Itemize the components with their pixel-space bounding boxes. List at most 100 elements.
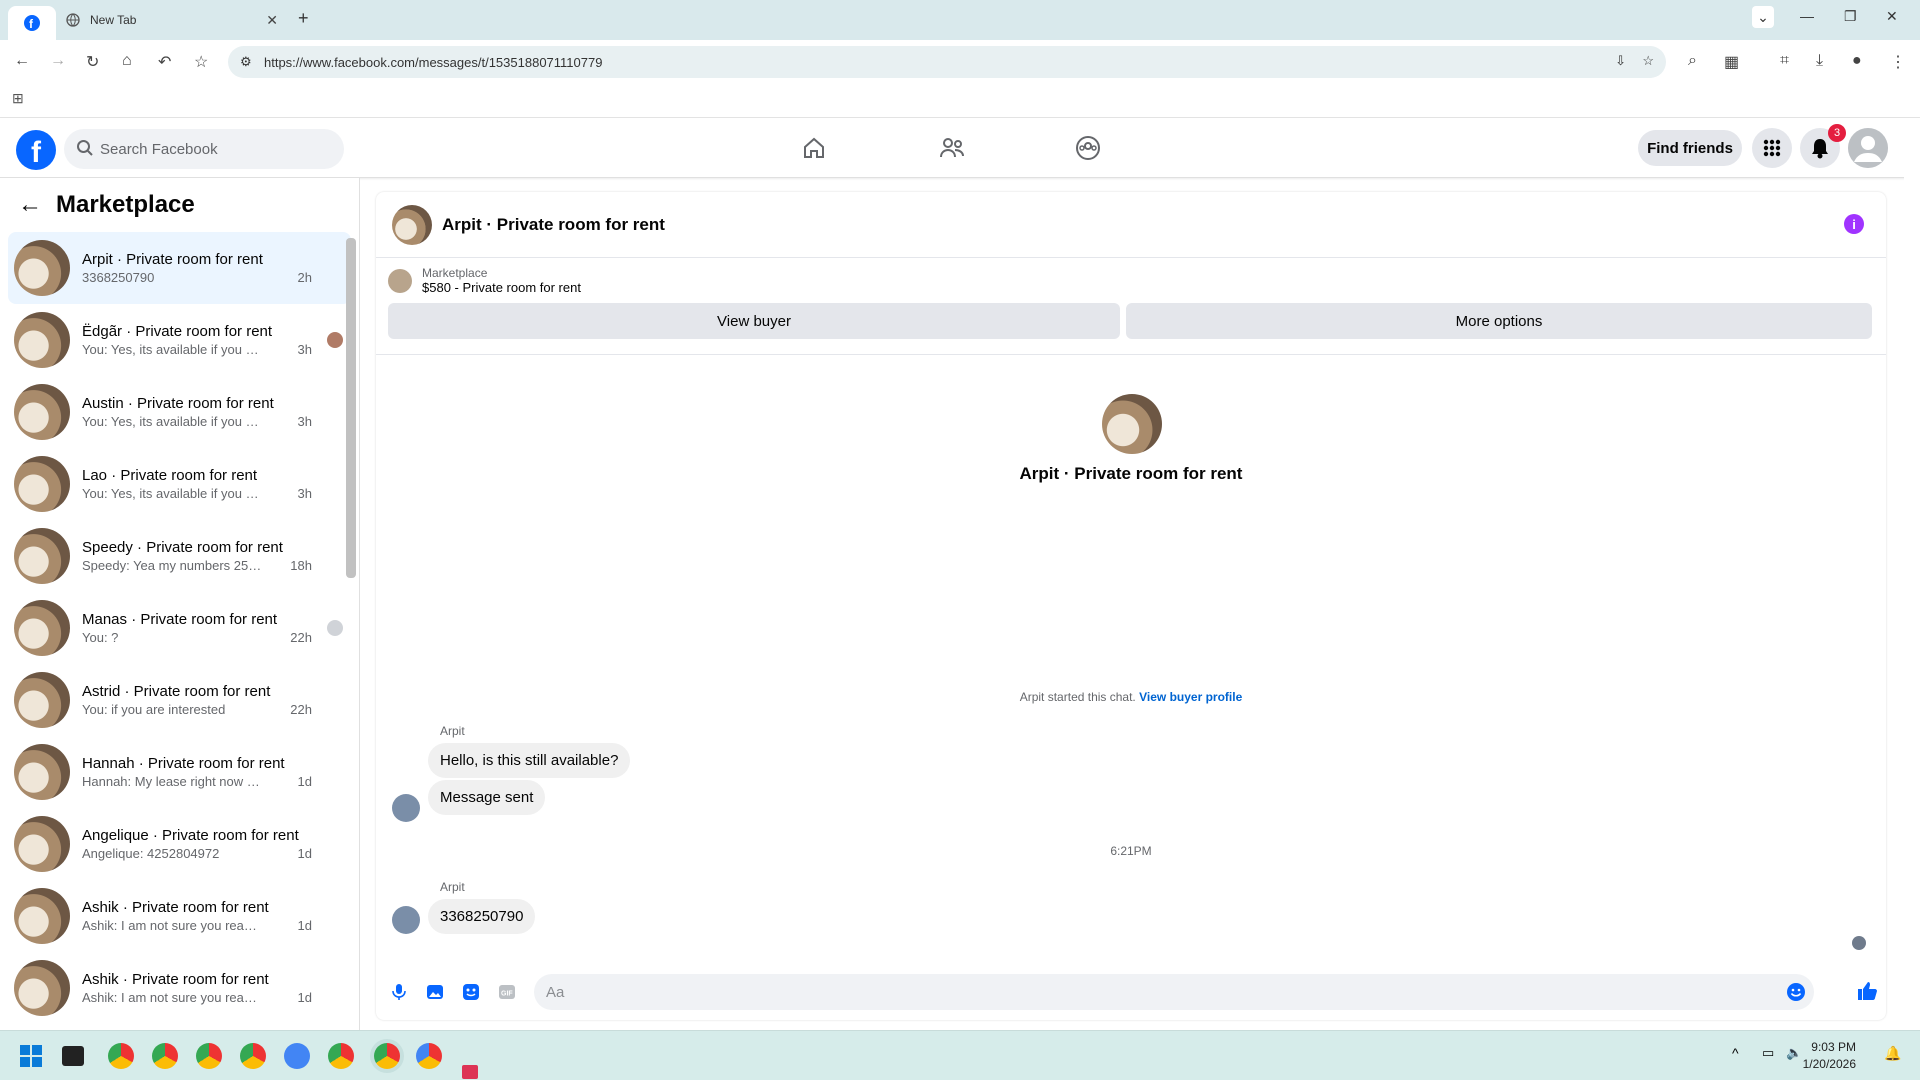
menu-icon[interactable]: ⋮	[1890, 52, 1906, 72]
sticker-icon[interactable]	[462, 983, 480, 1001]
notification-bell-icon[interactable]: 🔔	[1884, 1045, 1901, 1062]
profile-icon[interactable]: ●	[1852, 52, 1862, 70]
groups-nav-icon[interactable]	[1072, 132, 1104, 164]
apps-grid-icon[interactable]: ⊞	[12, 90, 24, 107]
conversation-preview: You: ?	[82, 630, 119, 645]
message-bubble[interactable]: Message sent	[428, 780, 546, 815]
zoom-icon[interactable]: ⌕	[1688, 52, 1697, 70]
bookmark-star-icon[interactable]: ☆	[194, 52, 208, 72]
chrome-profile-icon[interactable]	[196, 1043, 222, 1069]
app-icon[interactable]	[462, 1065, 478, 1079]
chrome-active-icon[interactable]	[374, 1043, 400, 1069]
reload-icon[interactable]: ↻	[86, 52, 99, 72]
volume-muted-icon[interactable]: 🔈	[1786, 1045, 1802, 1061]
home-nav-icon[interactable]	[798, 132, 830, 164]
conversation-name: Manas · Private room for rent	[82, 611, 278, 628]
friends-nav-icon[interactable]	[936, 132, 968, 164]
conversation-item[interactable]: Ashik · Private room for rent Ashik: I am…	[8, 952, 351, 1024]
install-app-icon[interactable]: ⇩	[1615, 53, 1626, 69]
photo-icon[interactable]	[426, 983, 444, 1001]
crop-icon[interactable]: ⌗	[1780, 52, 1789, 70]
conversation-item[interactable]: Speedy · Private room for rent Speedy: Ye…	[8, 520, 351, 592]
minimize-button[interactable]: —	[1800, 8, 1814, 24]
site-info-icon[interactable]: ⚙	[240, 54, 252, 70]
chrome-profile-icon[interactable]	[328, 1043, 354, 1069]
conversation-item[interactable]: Ëdgãr · Private room for rent You: Yes, i…	[8, 304, 351, 376]
listing-summary: Marketplace $580 - Private room for rent…	[376, 258, 1886, 339]
conversation-item[interactable]: Lao · Private room for rent You: Yes, its…	[8, 448, 351, 520]
listing-thumbnail[interactable]	[388, 268, 412, 293]
conversation-preview: 3368250790	[82, 270, 155, 285]
search-input[interactable]: Search Facebook	[64, 129, 344, 169]
tab-facebook[interactable]: f	[8, 6, 56, 40]
address-bar[interactable]: ⚙ https://www.facebook.com/messages/t/15…	[228, 46, 1666, 78]
chat-title[interactable]: Arpit · Private room for rent	[442, 215, 665, 235]
gif-icon[interactable]: GIF	[498, 983, 516, 1001]
view-buyer-button[interactable]: View buyer	[388, 303, 1120, 339]
undo-icon[interactable]: ↶	[158, 52, 171, 72]
browser-tab-strip: f New Tab ✕ + ⌄ — ❐ ✕	[0, 0, 1920, 40]
chrome-profile-icon[interactable]	[152, 1043, 178, 1069]
conversation-item[interactable]: Austin · Private room for rent You: Yes, …	[8, 376, 351, 448]
windows-start-icon[interactable]	[20, 1045, 42, 1067]
close-tab-icon[interactable]: ✕	[266, 12, 278, 29]
chrome-profile-icon[interactable]	[240, 1043, 266, 1069]
back-icon[interactable]: ←	[14, 52, 30, 70]
menu-grid-icon[interactable]	[1752, 128, 1792, 168]
chrome-profile-icon[interactable]	[416, 1043, 442, 1069]
new-tab-button[interactable]: +	[298, 8, 309, 29]
chat-panel: Arpit · Private room for rent i Marketpl…	[376, 192, 1886, 1020]
tab-search-icon[interactable]: ⌄	[1752, 6, 1774, 28]
page-scrollbar[interactable]	[1904, 118, 1920, 1030]
conversation-avatar	[14, 384, 70, 440]
sidebar-scrollbar[interactable]	[346, 238, 356, 578]
terminal-icon[interactable]	[62, 1046, 84, 1066]
conversation-name: Hannah · Private room for rent	[82, 755, 285, 772]
message-composer: GIF Aa	[376, 968, 1886, 1016]
conversation-item[interactable]: Ashik · Private room for rent Ashik: I am…	[8, 880, 351, 952]
microphone-icon[interactable]	[390, 983, 408, 1001]
chrome-profile-icon[interactable]	[108, 1043, 134, 1069]
download-icon[interactable]: ⤓	[1816, 52, 1823, 70]
sender-avatar[interactable]	[392, 794, 420, 822]
tab-new-tab[interactable]: New Tab ✕	[56, 4, 286, 36]
account-avatar[interactable]	[1848, 128, 1888, 168]
more-options-button[interactable]: More options	[1126, 303, 1872, 339]
chat-header-avatar[interactable]	[392, 204, 432, 245]
message-bubble[interactable]: Hello, is this still available?	[428, 743, 631, 778]
forward-icon[interactable]: →	[50, 52, 66, 70]
network-icon[interactable]: ▭	[1762, 1045, 1774, 1061]
conversation-item[interactable]: Astrid · Private room for rent You: if yo…	[8, 664, 351, 736]
conversation-name: Arpit · Private room for rent	[82, 251, 263, 268]
find-friends-button[interactable]: Find friends	[1638, 130, 1742, 166]
system-clock[interactable]: 9:03 PM 1/20/2026	[1803, 1039, 1856, 1073]
close-window-button[interactable]: ✕	[1886, 8, 1898, 25]
qr-icon[interactable]: ▦	[1724, 52, 1739, 72]
conversation-avatar	[14, 312, 70, 368]
conversation-item[interactable]: Arpit · Private room for rent 3368250790 2…	[8, 232, 351, 304]
conversation-item[interactable]: Angelique · Private room for rent Angeliq…	[8, 808, 351, 880]
chrome-profile-icon[interactable]	[284, 1043, 310, 1069]
listing-price[interactable]: $580 - Private room for rent	[422, 280, 581, 295]
conversation-item[interactable]: Hannah · Private room for rent Hannah: My…	[8, 736, 351, 808]
conversation-time: 1d	[297, 774, 312, 789]
facebook-top-nav: f Search Facebook Find friends 3	[0, 118, 1920, 178]
message-bubble[interactable]: 3368250790	[428, 899, 536, 934]
message-input[interactable]: Aa	[534, 974, 1814, 1010]
facebook-logo[interactable]: f	[16, 130, 56, 170]
back-arrow-icon[interactable]: ←	[18, 191, 42, 219]
restore-button[interactable]: ❐	[1844, 8, 1857, 25]
show-hidden-icons-icon[interactable]: ^	[1732, 1045, 1739, 1061]
home-icon[interactable]: ⌂	[122, 52, 132, 70]
sidebar-title: Marketplace	[56, 191, 195, 218]
sender-avatar[interactable]	[392, 906, 420, 934]
buyer-profile-avatar[interactable]	[1102, 394, 1162, 454]
star-icon[interactable]: ☆	[1642, 53, 1654, 69]
thumbs-up-icon[interactable]	[1856, 980, 1878, 1002]
view-buyer-profile-link[interactable]: View buyer profile	[1139, 690, 1242, 704]
emoji-icon[interactable]	[1786, 982, 1806, 1002]
conversation-avatar	[14, 672, 70, 728]
info-icon[interactable]: i	[1844, 214, 1864, 234]
read-receipt-avatar	[327, 620, 343, 636]
conversation-item[interactable]: Manas · Private room for rent You: ? 22h	[8, 592, 351, 664]
